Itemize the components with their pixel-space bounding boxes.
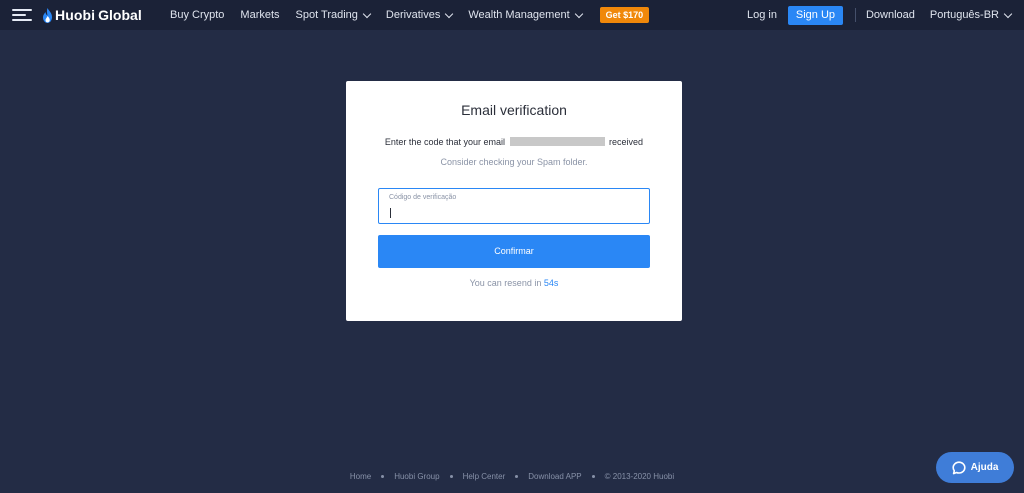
help-button[interactable]: Ajuda	[936, 452, 1014, 483]
nav-markets[interactable]: Markets	[240, 9, 279, 21]
verification-code-input[interactable]: Código de verificação	[378, 188, 650, 224]
chevron-down-icon	[362, 9, 372, 18]
download-link[interactable]: Download	[866, 9, 915, 21]
chevron-down-icon	[1003, 9, 1013, 18]
chevron-down-icon	[574, 9, 583, 18]
flame-icon	[43, 7, 52, 23]
login-link[interactable]: Log in	[747, 9, 777, 21]
footer-link-help-center[interactable]: Help Center	[463, 472, 506, 481]
logo-global-text: Global	[98, 7, 142, 23]
logo[interactable]: Huobi Global	[42, 7, 142, 23]
menu-icon[interactable]	[12, 9, 32, 21]
footer-link-huobi-group[interactable]: Huobi Group	[394, 472, 439, 481]
card-title: Email verification	[461, 102, 567, 118]
instruction-text: Enter the code that your email received	[346, 137, 682, 147]
footer-copyright: © 2013-2020 Huobi	[604, 472, 675, 481]
resend-text: You can resend in 54s	[346, 278, 682, 288]
nav-derivatives-label: Derivatives	[385, 9, 441, 21]
resend-prefix: You can resend in	[469, 278, 542, 288]
confirm-button[interactable]: Confirmar	[378, 235, 650, 268]
nav-wealth-management-label: Wealth Management	[468, 9, 570, 21]
top-navigation-bar: Huobi Global Buy Crypto Markets Spot Tra…	[0, 0, 1024, 30]
footer-separator	[449, 475, 453, 478]
logo-huobi-text: Huobi	[55, 7, 96, 23]
language-label: Português-BR	[929, 9, 999, 21]
footer-separator	[381, 475, 385, 478]
main-nav: Buy Crypto Markets Spot Trading Derivati…	[170, 0, 650, 30]
signup-button[interactable]: Sign Up	[787, 5, 843, 25]
nav-wealth-management[interactable]: Wealth Management	[468, 9, 583, 21]
promo-badge[interactable]: Get $170	[599, 7, 650, 23]
header-divider	[854, 8, 856, 22]
spam-hint: Consider checking your Spam folder.	[440, 157, 588, 167]
footer-separator	[515, 475, 519, 478]
nav-spot-trading-label: Spot Trading	[295, 9, 358, 21]
instruction-suffix: received	[609, 137, 644, 147]
email-verification-card: Email verification Enter the code that y…	[346, 81, 682, 321]
nav-markets-label: Markets	[240, 9, 280, 21]
chevron-down-icon	[445, 9, 454, 18]
footer: Home Huobi Group Help Center Download AP…	[0, 472, 1024, 481]
text-caret	[390, 208, 391, 218]
nav-derivatives[interactable]: Derivatives	[385, 9, 454, 21]
nav-buy-crypto[interactable]: Buy Crypto	[170, 9, 224, 21]
header-actions: Log in Sign Up Download Português-BR	[747, 0, 1024, 30]
footer-separator	[591, 475, 595, 478]
footer-link-download-app[interactable]: Download APP	[528, 472, 581, 481]
nav-buy-crypto-label: Buy Crypto	[170, 9, 225, 21]
masked-email	[509, 137, 605, 146]
instruction-prefix: Enter the code that your email	[384, 137, 505, 147]
resend-countdown: 54s	[543, 278, 559, 288]
help-label: Ajuda	[970, 462, 999, 473]
language-selector[interactable]: Português-BR	[929, 9, 1013, 21]
verification-code-label: Código de verificação	[389, 194, 457, 201]
chat-bubble-icon	[952, 460, 966, 474]
nav-spot-trading[interactable]: Spot Trading	[295, 9, 372, 21]
footer-link-home[interactable]: Home	[350, 472, 371, 481]
